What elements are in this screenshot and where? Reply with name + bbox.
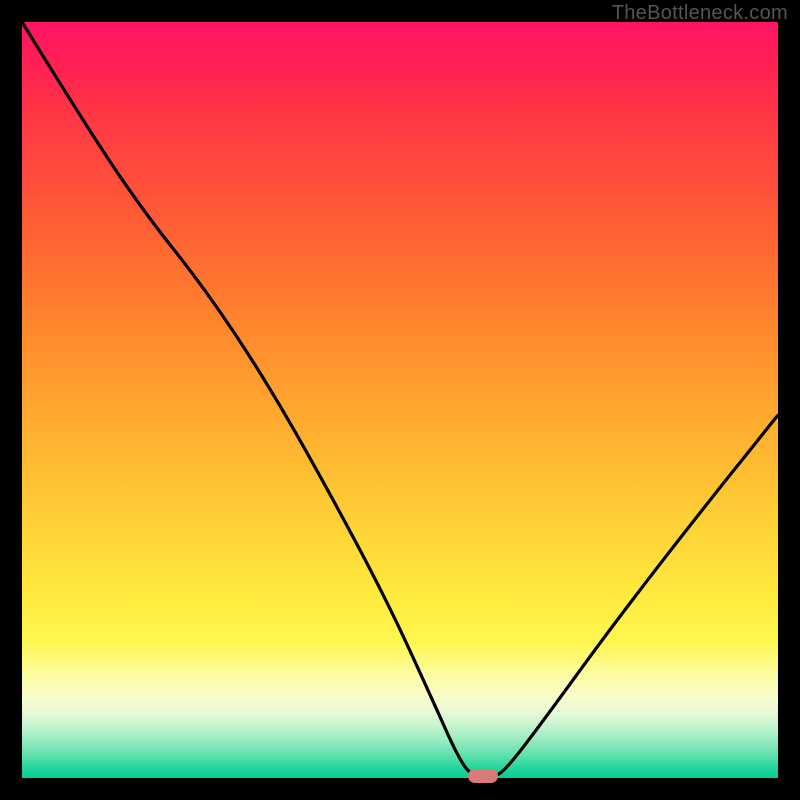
- curve-path: [22, 22, 778, 778]
- plot-area: [22, 22, 778, 778]
- chart-frame: TheBottleneck.com: [0, 0, 800, 800]
- bottleneck-curve: [22, 22, 778, 778]
- optimal-marker: [468, 769, 498, 783]
